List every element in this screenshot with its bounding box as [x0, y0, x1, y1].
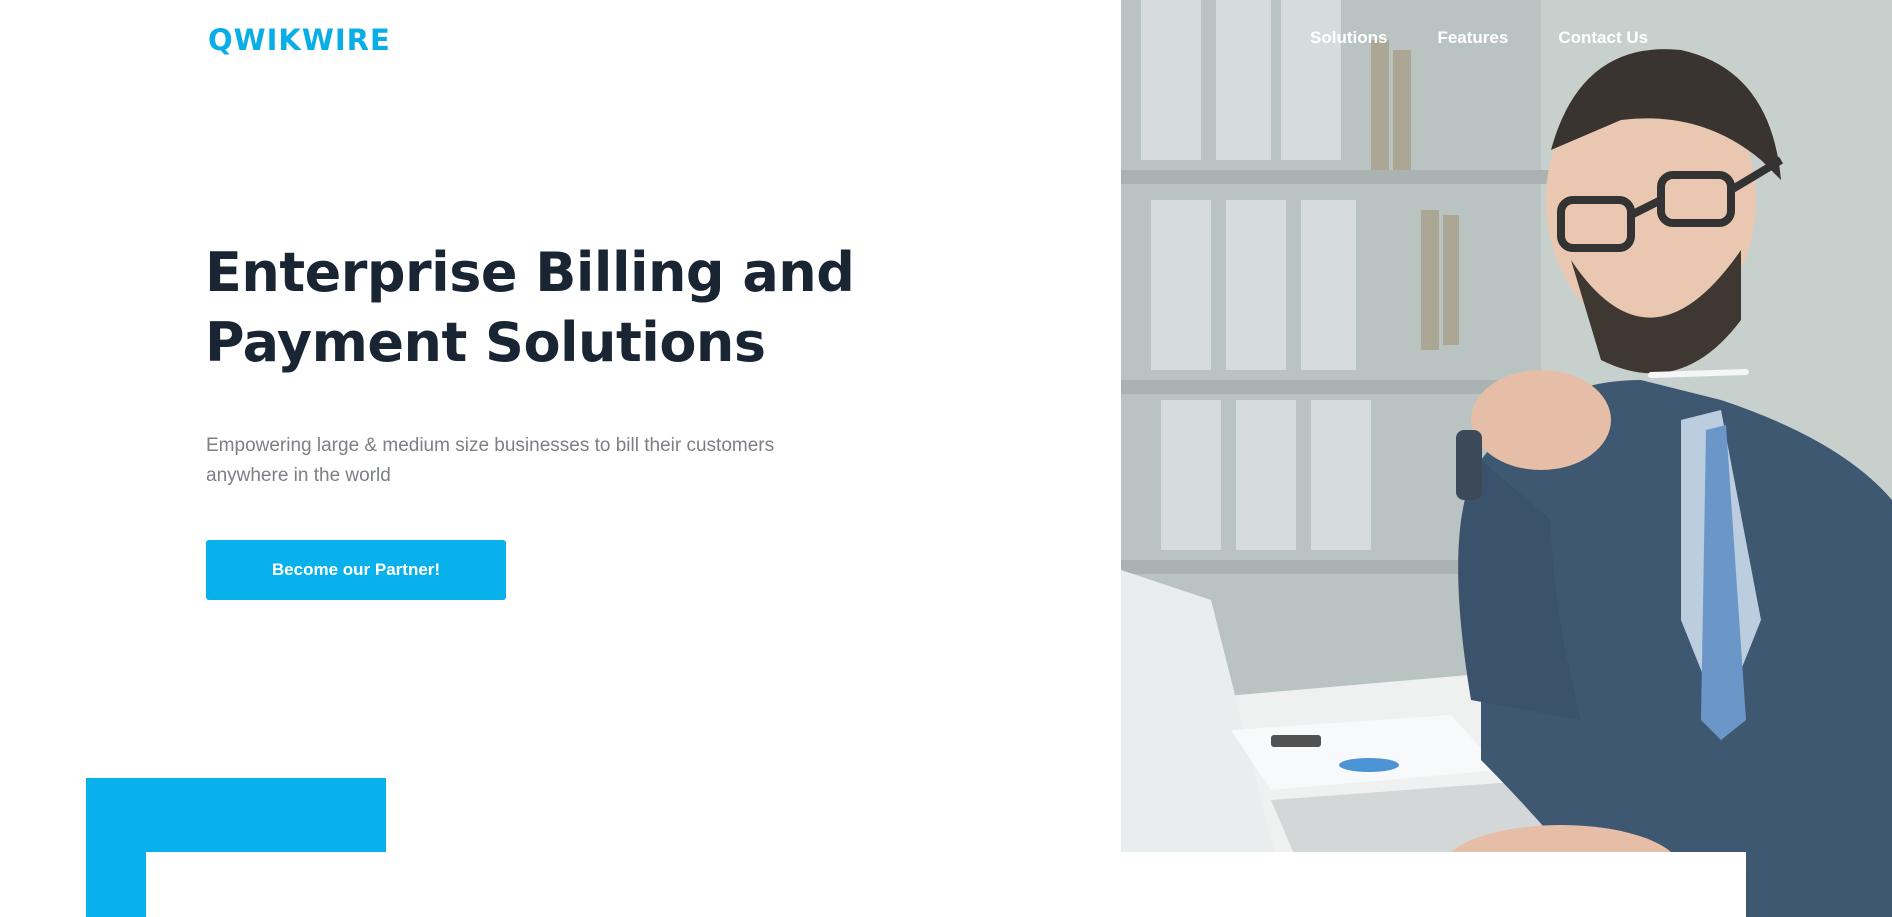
main-nav: Solutions Features Contact Us — [1310, 28, 1648, 48]
hero-headline: Enterprise Billing and Payment Solutions — [205, 238, 885, 378]
hero-photo-illustration — [1121, 0, 1892, 917]
hero-photo — [1121, 0, 1892, 917]
hero-subtitle: Empowering large & medium size businesse… — [206, 435, 775, 486]
hero-headline-line1: Enterprise Billing and — [205, 241, 855, 304]
nav-item-solutions[interactable]: Solutions — [1310, 28, 1387, 48]
become-partner-button[interactable]: Become our Partner! — [206, 540, 506, 600]
nav-item-contact-us[interactable]: Contact Us — [1558, 28, 1648, 48]
content-card — [146, 852, 1746, 917]
landing-page: QWIKWIRE Solutions Features Contact Us E… — [0, 0, 1892, 917]
brand-logo[interactable]: QWIKWIRE — [208, 23, 391, 57]
nav-item-features[interactable]: Features — [1437, 28, 1508, 48]
hero-headline-line2: Payment Solutions — [205, 311, 766, 374]
